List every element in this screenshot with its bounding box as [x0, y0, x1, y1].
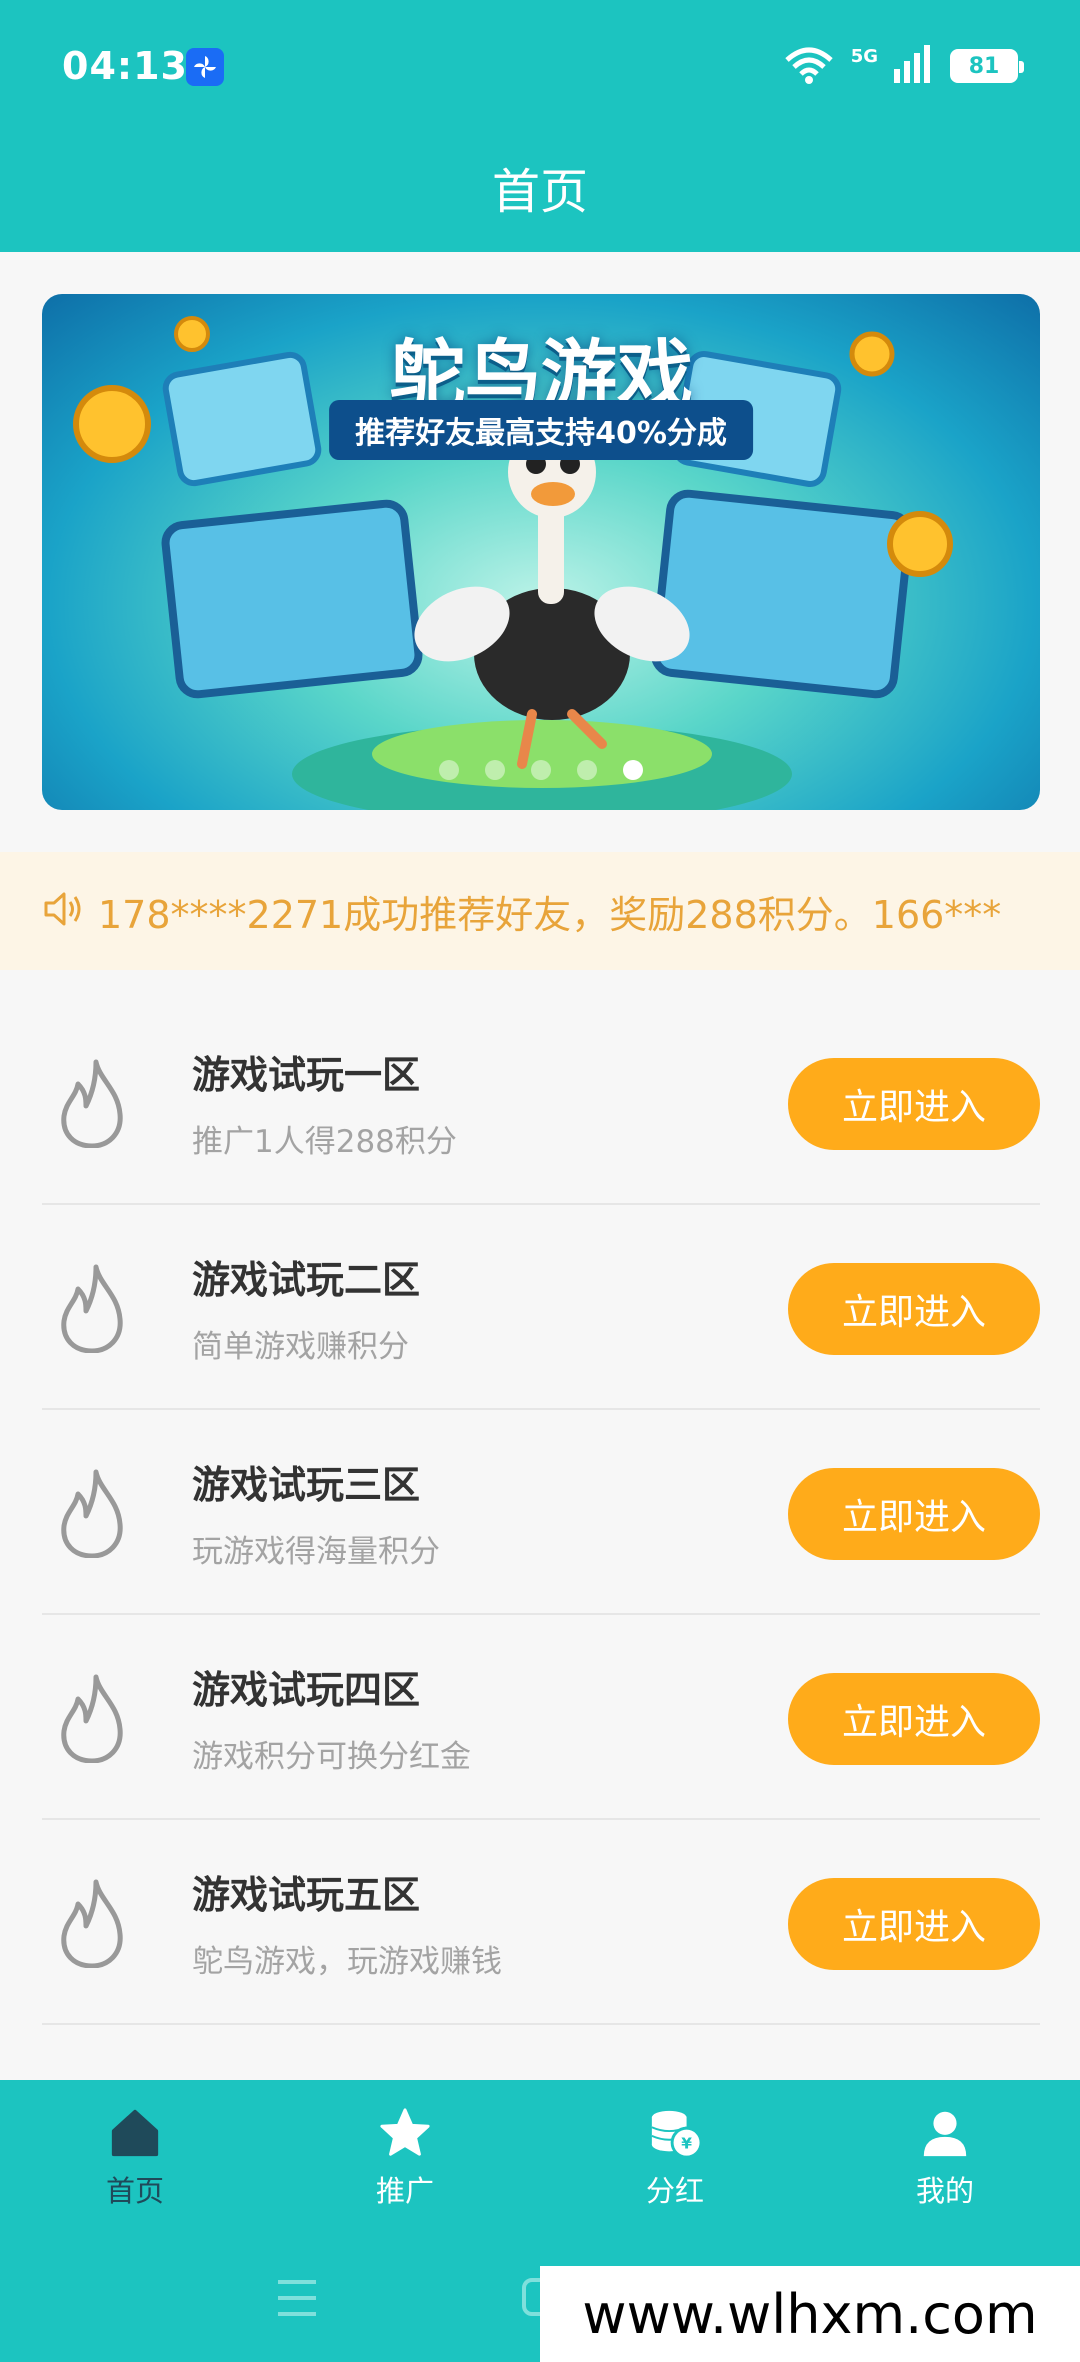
enter-zone-3-button[interactable]: 立即进入: [788, 1468, 1040, 1560]
signal-icon: [894, 45, 934, 87]
promo-banner[interactable]: 鸵鸟游戏 推荐好友最高支持40%分成: [42, 294, 1040, 810]
carousel-dot[interactable]: [439, 760, 459, 780]
enter-zone-1-button[interactable]: 立即进入: [788, 1058, 1040, 1150]
zone-subtitle: 游戏积分可换分红金: [192, 1739, 471, 1775]
app-header: 04:13 5G 81 首页: [0, 0, 1080, 252]
list-item: 游戏试玩一区 推广1人得288积分 立即进入: [42, 1000, 1040, 1205]
coins-icon: ¥: [651, 2110, 703, 2159]
carousel-dots: [42, 760, 1040, 780]
list-item: 游戏试玩五区 鸵鸟游戏，玩游戏赚钱 立即进入: [42, 1820, 1040, 2025]
zone-subtitle: 推广1人得288积分: [192, 1124, 457, 1160]
page-title: 首页: [491, 164, 588, 220]
enter-zone-4-button[interactable]: 立即进入: [788, 1673, 1040, 1765]
wifi-icon: [783, 44, 835, 88]
carousel-dot[interactable]: [531, 760, 551, 780]
announcement-bar: 178****2271成功推荐好友，奖励288积分。166***: [0, 852, 1080, 970]
zone-title: 游戏试玩三区: [192, 1463, 421, 1507]
tab-label: 首页: [105, 2174, 164, 2208]
flame-icon: [61, 1879, 123, 1968]
banner-subtitle: 推荐好友最高支持40%分成: [329, 400, 753, 460]
carousel-dot[interactable]: [623, 760, 643, 780]
zone-title: 游戏试玩一区: [192, 1053, 421, 1097]
tab-label: 我的: [915, 2174, 974, 2208]
tab-label: 分红: [645, 2174, 704, 2208]
tab-dividend[interactable]: ¥ 分红: [540, 2080, 810, 2210]
svg-text:¥: ¥: [681, 2134, 692, 2152]
zone-title: 游戏试玩二区: [192, 1258, 421, 1302]
speaker-icon: [40, 887, 84, 935]
enter-zone-2-button[interactable]: 立即进入: [788, 1263, 1040, 1355]
flame-icon: [61, 1469, 123, 1558]
enter-zone-5-button[interactable]: 立即进入: [788, 1878, 1040, 1970]
user-icon: [923, 2111, 967, 2157]
announcement-text: 178****2271成功推荐好友，奖励288积分。166***: [98, 892, 1002, 937]
network-type: 5G: [850, 45, 878, 67]
list-item: 游戏试玩三区 玩游戏得海量积分 立即进入: [42, 1410, 1040, 1615]
zone-subtitle: 简单游戏赚积分: [192, 1329, 409, 1365]
pinwheel-app-icon: [186, 48, 224, 86]
bottom-area: 首页 推广 ¥ 分红 我的 www.wlhxm.com: [0, 2080, 1080, 2362]
flame-icon: [61, 1264, 123, 1353]
status-bar: 04:13 5G 81: [0, 0, 1080, 132]
tab-mine[interactable]: 我的: [810, 2080, 1080, 2210]
star-icon: [380, 2108, 430, 2156]
status-time: 04:13: [62, 44, 188, 88]
zone-list: 游戏试玩一区 推广1人得288积分 立即进入 游戏试玩二区 简单游戏赚积分 立即…: [42, 1000, 1040, 2025]
tab-label: 推广: [375, 2174, 434, 2208]
menu-icon: [278, 2280, 316, 2316]
list-item: 游戏试玩二区 简单游戏赚积分 立即进入: [42, 1205, 1040, 1410]
list-item: 游戏试玩四区 游戏积分可换分红金 立即进入: [42, 1615, 1040, 1820]
tab-home[interactable]: 首页: [0, 2080, 270, 2210]
battery-indicator: 81: [950, 49, 1024, 83]
carousel-dot[interactable]: [577, 760, 597, 780]
zone-title: 游戏试玩五区: [192, 1873, 421, 1917]
flame-icon: [61, 1674, 123, 1763]
carousel-dot[interactable]: [485, 760, 505, 780]
tab-bar: 首页 推广 ¥ 分红 我的: [0, 2080, 1080, 2210]
tab-promote[interactable]: 推广: [270, 2080, 540, 2210]
watermark: www.wlhxm.com: [540, 2266, 1080, 2362]
home-icon: [111, 2109, 159, 2157]
zone-subtitle: 鸵鸟游戏，玩游戏赚钱: [192, 1944, 502, 1980]
zone-subtitle: 玩游戏得海量积分: [192, 1534, 440, 1570]
flame-icon: [61, 1059, 123, 1148]
zone-title: 游戏试玩四区: [192, 1668, 421, 1712]
